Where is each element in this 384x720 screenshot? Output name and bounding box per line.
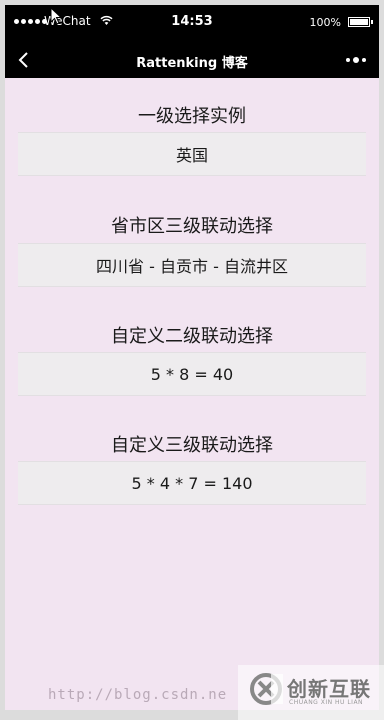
watermark-url: http://blog.csdn.ne [48,687,228,703]
section-label-region-select: 省市区三级联动选择 [111,216,273,237]
page-title: Rattenking 博客 [136,56,248,71]
picker-region-select[interactable]: 四川省 - 自贡市 - 自流井区 [18,243,366,287]
dot-icon [362,58,366,62]
battery-icon [348,17,373,27]
picker-custom-two-level[interactable]: 5 * 8 = 40 [18,352,366,396]
dot-icon [346,58,350,62]
navigation-bar: Rattenking 博客 [5,42,379,78]
picker-single-select[interactable]: 英国 [18,132,366,176]
battery-percentage: 100% [309,16,341,29]
section-label-custom-three-level: 自定义三级联动选择 [111,435,273,456]
dot-icon [353,57,359,63]
watermark-logo-subtext: CHUANG XIN HU LIAN [289,699,364,706]
phone-screen: WeChat 14:53 100% Rattenking 博客 一级选择实例 英… [5,5,379,710]
section-label-custom-two-level: 自定义二级联动选择 [111,326,273,347]
more-menu-button[interactable] [341,42,371,78]
status-bar: WeChat 14:53 100% [5,5,379,42]
picker-custom-three-level[interactable]: 5 * 4 * 7 = 140 [18,461,366,505]
section-label-single-select: 一级选择实例 [138,106,246,127]
mouse-cursor-icon [50,7,62,25]
watermark-logo-text: 创新互联 [287,677,371,701]
company-logo-icon [250,673,283,705]
